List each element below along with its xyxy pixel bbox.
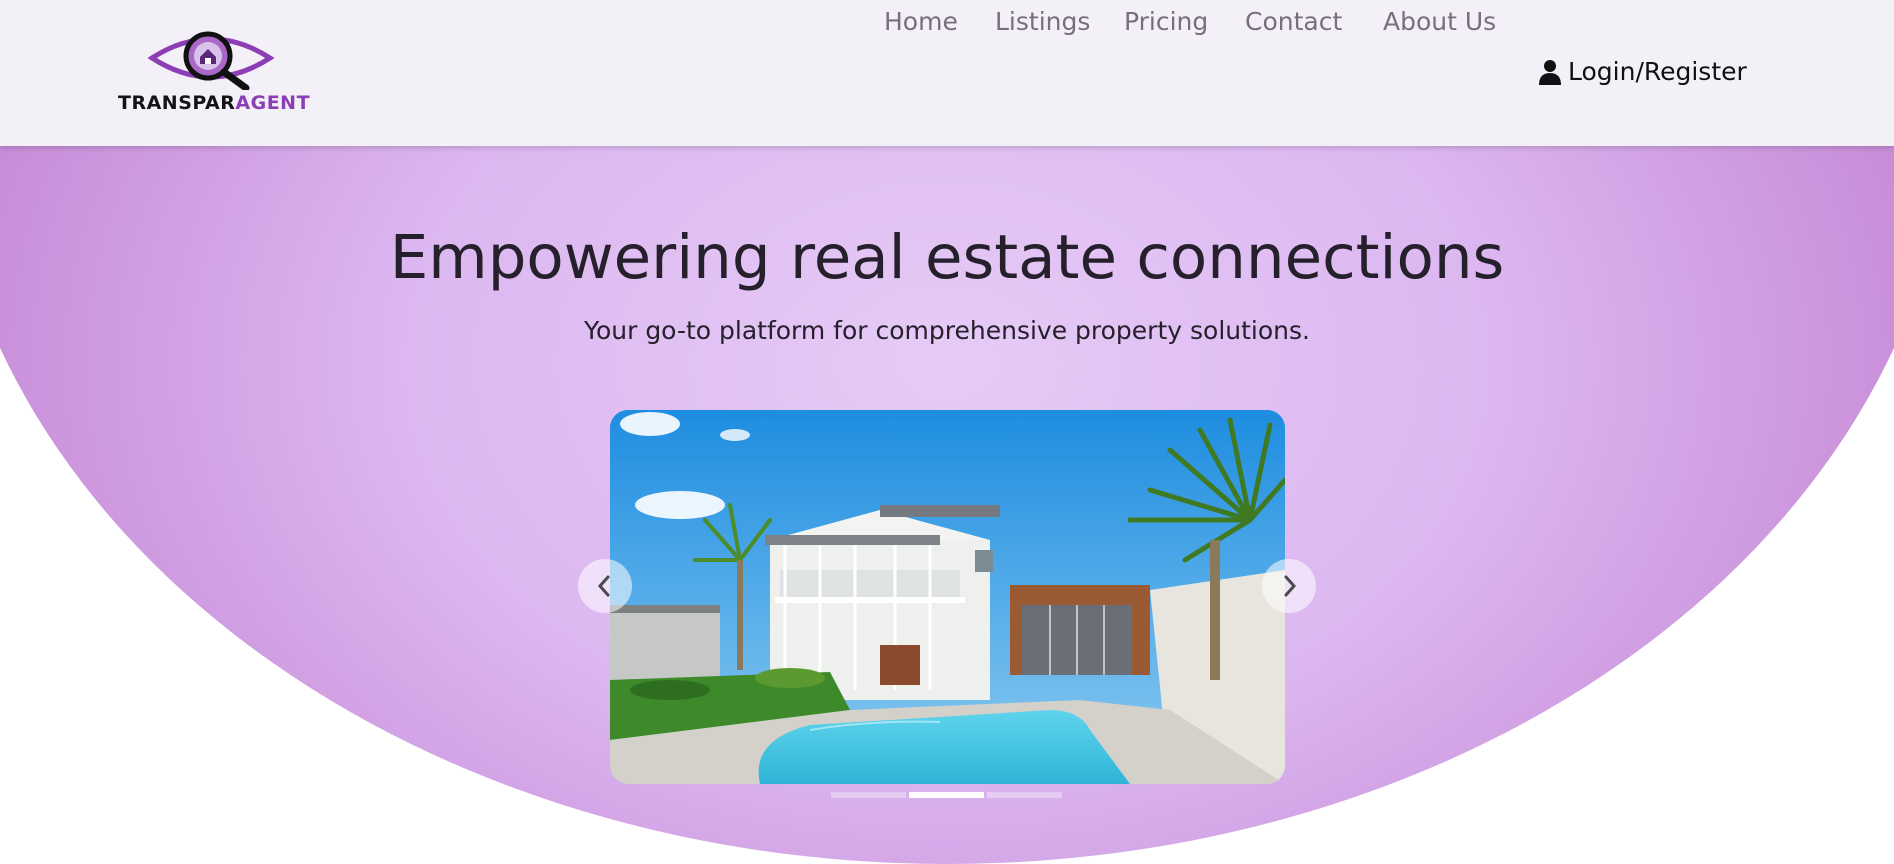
- hero-title: Empowering real estate connections: [389, 222, 1505, 293]
- brand-logo[interactable]: TRANSPARAGENT: [118, 28, 314, 118]
- property-carousel: [610, 410, 1285, 784]
- chevron-left-icon: [597, 575, 610, 597]
- carousel-indicator-1[interactable]: [831, 792, 906, 798]
- house-with-pool-photo: [610, 410, 1285, 784]
- brand-name-part1: TRANSPAR: [118, 92, 236, 114]
- brand-wordmark: TRANSPARAGENT: [118, 92, 318, 114]
- nav-listings[interactable]: Listings: [995, 0, 1090, 44]
- top-navbar: TRANSPARAGENT Home Listings Pricing Cont…: [0, 0, 1894, 146]
- eye-house-magnifier-icon: [148, 31, 274, 90]
- carousel-prev-button[interactable]: [578, 559, 632, 613]
- login-register-label: Login/Register: [1568, 57, 1747, 86]
- nav-home[interactable]: Home: [884, 0, 958, 44]
- nav-pricing[interactable]: Pricing: [1124, 0, 1208, 44]
- user-icon: [1539, 60, 1561, 85]
- carousel-indicator-3[interactable]: [987, 792, 1062, 798]
- carousel-indicators: [831, 792, 1063, 798]
- carousel-indicator-2[interactable]: [909, 792, 984, 798]
- hero-subtitle: Your go-to platform for comprehensive pr…: [584, 316, 1310, 345]
- nav-contact[interactable]: Contact: [1245, 0, 1342, 44]
- brand-name-part2: AGENT: [235, 92, 311, 114]
- nav-about-us[interactable]: About Us: [1383, 0, 1496, 44]
- carousel-next-button[interactable]: [1262, 559, 1316, 613]
- chevron-right-icon: [1284, 575, 1297, 597]
